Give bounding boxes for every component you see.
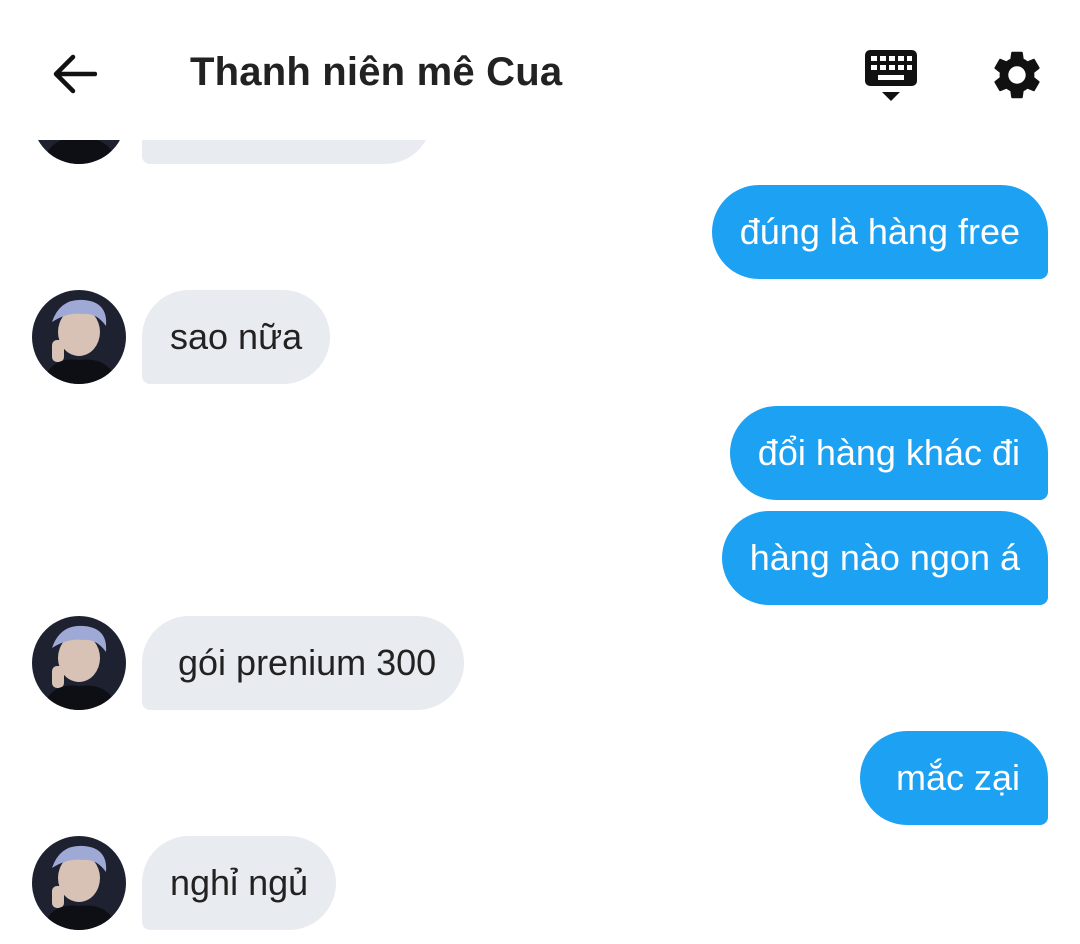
- message-bubble-incoming[interactable]: gói prenium 300: [142, 616, 465, 710]
- message-bubble-outgoing[interactable]: hàng nào ngon á: [721, 511, 1048, 605]
- message-bubble-incoming[interactable]: nghỉ ngủ: [142, 836, 337, 930]
- settings-button[interactable]: [988, 46, 1046, 104]
- message-bubble-outgoing[interactable]: đúng là hàng free: [711, 185, 1048, 279]
- chat-screen: Thanh niên mê Cua đúng là hàng free sao …: [0, 0, 1080, 944]
- avatar[interactable]: [32, 616, 126, 710]
- message-bubble-outgoing[interactable]: mắc zại: [859, 731, 1048, 825]
- message-text: mắc zại: [895, 757, 1020, 798]
- gear-icon: [994, 51, 1040, 99]
- keyboard-button[interactable]: [860, 46, 922, 106]
- message-bubble-outgoing[interactable]: đổi hàng khác đi: [729, 406, 1048, 500]
- message-text: đổi hàng khác đi: [757, 432, 1020, 473]
- message-text: nghỉ ngủ: [170, 862, 309, 903]
- chat-header: Thanh niên mê Cua: [0, 0, 1080, 140]
- message-bubble-incoming[interactable]: sao nữa: [142, 290, 331, 384]
- message-text: gói prenium 300: [178, 642, 437, 683]
- avatar[interactable]: [32, 290, 126, 384]
- back-button[interactable]: [46, 48, 102, 100]
- keyboard-hide-icon: [865, 50, 917, 101]
- avatar[interactable]: [32, 836, 126, 930]
- message-text: đúng là hàng free: [739, 211, 1020, 252]
- arrow-left-icon: [53, 54, 97, 94]
- chat-title: Thanh niên mê Cua: [190, 50, 563, 94]
- message-text: sao nữa: [170, 316, 303, 357]
- message-text: hàng nào ngon á: [749, 537, 1020, 578]
